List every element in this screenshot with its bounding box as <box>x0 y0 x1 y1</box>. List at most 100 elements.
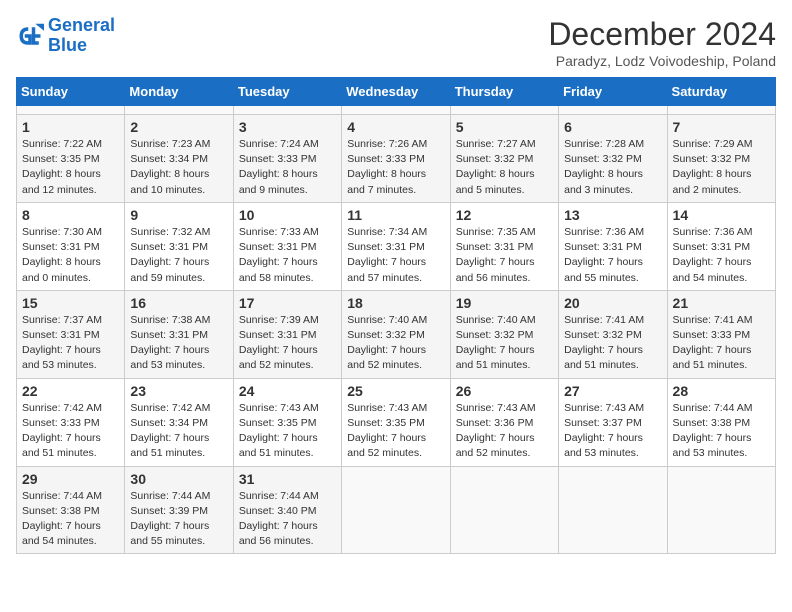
day-number: 10 <box>239 207 336 223</box>
calendar-cell <box>667 106 775 115</box>
calendar-cell: 15 Sunrise: 7:37 AM Sunset: 3:31 PM Dayli… <box>17 290 125 378</box>
calendar-cell <box>125 106 233 115</box>
day-info: Sunrise: 7:44 AM Sunset: 3:40 PM Dayligh… <box>239 489 336 550</box>
week-row-1 <box>17 106 776 115</box>
day-info: Sunrise: 7:34 AM Sunset: 3:31 PM Dayligh… <box>347 225 444 286</box>
day-number: 18 <box>347 295 444 311</box>
calendar-cell <box>342 466 450 554</box>
day-number: 14 <box>673 207 770 223</box>
logo-icon <box>16 22 44 50</box>
weekday-header-sunday: Sunday <box>17 78 125 106</box>
calendar-cell: 7Sunrise: 7:29 AM Sunset: 3:32 PM Daylig… <box>667 115 775 203</box>
logo-line1: General <box>48 15 115 35</box>
day-number: 5 <box>456 119 553 135</box>
day-number: 4 <box>347 119 444 135</box>
title-area: December 2024 Paradyz, Lodz Voivodeship,… <box>548 16 776 69</box>
weekday-header-saturday: Saturday <box>667 78 775 106</box>
calendar-cell: 21 Sunrise: 7:41 AM Sunset: 3:33 PM Dayli… <box>667 290 775 378</box>
day-number: 27 <box>564 383 661 399</box>
calendar-cell: 24 Sunrise: 7:43 AM Sunset: 3:35 PM Dayli… <box>233 378 341 466</box>
day-number: 6 <box>564 119 661 135</box>
calendar-cell: 16 Sunrise: 7:38 AM Sunset: 3:31 PM Dayli… <box>125 290 233 378</box>
calendar-cell <box>342 106 450 115</box>
weekday-header-row: SundayMondayTuesdayWednesdayThursdayFrid… <box>17 78 776 106</box>
location-subtitle: Paradyz, Lodz Voivodeship, Poland <box>548 53 776 69</box>
day-number: 23 <box>130 383 227 399</box>
calendar-cell: 13 Sunrise: 7:36 AM Sunset: 3:31 PM Dayli… <box>559 202 667 290</box>
day-info: Sunrise: 7:43 AM Sunset: 3:35 PM Dayligh… <box>239 401 336 462</box>
day-info: Sunrise: 7:37 AM Sunset: 3:31 PM Dayligh… <box>22 313 119 374</box>
day-info: Sunrise: 7:42 AM Sunset: 3:33 PM Dayligh… <box>22 401 119 462</box>
day-info: Sunrise: 7:36 AM Sunset: 3:31 PM Dayligh… <box>673 225 770 286</box>
day-number: 13 <box>564 207 661 223</box>
logo-line2: Blue <box>48 35 87 55</box>
day-number: 29 <box>22 471 119 487</box>
day-number: 24 <box>239 383 336 399</box>
day-info: Sunrise: 7:43 AM Sunset: 3:36 PM Dayligh… <box>456 401 553 462</box>
day-number: 11 <box>347 207 444 223</box>
calendar-cell: 10Sunrise: 7:33 AM Sunset: 3:31 PM Dayli… <box>233 202 341 290</box>
calendar-cell: 22 Sunrise: 7:42 AM Sunset: 3:33 PM Dayli… <box>17 378 125 466</box>
weekday-header-friday: Friday <box>559 78 667 106</box>
calendar-cell: 25 Sunrise: 7:43 AM Sunset: 3:35 PM Dayli… <box>342 378 450 466</box>
calendar-table: SundayMondayTuesdayWednesdayThursdayFrid… <box>16 77 776 554</box>
day-info: Sunrise: 7:41 AM Sunset: 3:33 PM Dayligh… <box>673 313 770 374</box>
day-number: 19 <box>456 295 553 311</box>
day-number: 25 <box>347 383 444 399</box>
day-number: 22 <box>22 383 119 399</box>
day-info: Sunrise: 7:44 AM Sunset: 3:39 PM Dayligh… <box>130 489 227 550</box>
day-number: 26 <box>456 383 553 399</box>
week-row-3: 8 Sunrise: 7:30 AM Sunset: 3:31 PM Daylig… <box>17 202 776 290</box>
weekday-header-thursday: Thursday <box>450 78 558 106</box>
day-info: Sunrise: 7:40 AM Sunset: 3:32 PM Dayligh… <box>347 313 444 374</box>
calendar-cell: 18 Sunrise: 7:40 AM Sunset: 3:32 PM Dayli… <box>342 290 450 378</box>
calendar-cell: 29 Sunrise: 7:44 AM Sunset: 3:38 PM Dayli… <box>17 466 125 554</box>
day-info: Sunrise: 7:23 AM Sunset: 3:34 PM Dayligh… <box>130 137 227 198</box>
weekday-header-tuesday: Tuesday <box>233 78 341 106</box>
day-info: Sunrise: 7:43 AM Sunset: 3:37 PM Dayligh… <box>564 401 661 462</box>
day-number: 1 <box>22 119 119 135</box>
calendar-cell: 14 Sunrise: 7:36 AM Sunset: 3:31 PM Dayli… <box>667 202 775 290</box>
calendar-cell: 1Sunrise: 7:22 AM Sunset: 3:35 PM Daylig… <box>17 115 125 203</box>
calendar-cell: 8 Sunrise: 7:30 AM Sunset: 3:31 PM Daylig… <box>17 202 125 290</box>
calendar-cell: 27 Sunrise: 7:43 AM Sunset: 3:37 PM Dayli… <box>559 378 667 466</box>
logo-text: General Blue <box>48 16 115 56</box>
day-number: 8 <box>22 207 119 223</box>
day-number: 2 <box>130 119 227 135</box>
day-info: Sunrise: 7:43 AM Sunset: 3:35 PM Dayligh… <box>347 401 444 462</box>
day-number: 9 <box>130 207 227 223</box>
day-info: Sunrise: 7:36 AM Sunset: 3:31 PM Dayligh… <box>564 225 661 286</box>
weekday-header-monday: Monday <box>125 78 233 106</box>
day-info: Sunrise: 7:41 AM Sunset: 3:32 PM Dayligh… <box>564 313 661 374</box>
day-number: 3 <box>239 119 336 135</box>
day-number: 20 <box>564 295 661 311</box>
calendar-cell <box>233 106 341 115</box>
calendar-cell <box>559 106 667 115</box>
day-info: Sunrise: 7:28 AM Sunset: 3:32 PM Dayligh… <box>564 137 661 198</box>
calendar-cell <box>667 466 775 554</box>
day-number: 21 <box>673 295 770 311</box>
calendar-cell: 20 Sunrise: 7:41 AM Sunset: 3:32 PM Dayli… <box>559 290 667 378</box>
day-info: Sunrise: 7:32 AM Sunset: 3:31 PM Dayligh… <box>130 225 227 286</box>
day-number: 28 <box>673 383 770 399</box>
header: General Blue December 2024 Paradyz, Lodz… <box>16 16 776 69</box>
day-number: 7 <box>673 119 770 135</box>
day-number: 16 <box>130 295 227 311</box>
calendar-cell <box>450 466 558 554</box>
calendar-cell: 26 Sunrise: 7:43 AM Sunset: 3:36 PM Dayli… <box>450 378 558 466</box>
calendar-cell <box>17 106 125 115</box>
calendar-cell <box>450 106 558 115</box>
calendar-cell <box>559 466 667 554</box>
logo: General Blue <box>16 16 115 56</box>
calendar-cell: 9 Sunrise: 7:32 AM Sunset: 3:31 PM Daylig… <box>125 202 233 290</box>
day-info: Sunrise: 7:30 AM Sunset: 3:31 PM Dayligh… <box>22 225 119 286</box>
day-number: 30 <box>130 471 227 487</box>
week-row-2: 1Sunrise: 7:22 AM Sunset: 3:35 PM Daylig… <box>17 115 776 203</box>
day-info: Sunrise: 7:38 AM Sunset: 3:31 PM Dayligh… <box>130 313 227 374</box>
calendar-cell: 31Sunrise: 7:44 AM Sunset: 3:40 PM Dayli… <box>233 466 341 554</box>
day-number: 15 <box>22 295 119 311</box>
calendar-cell: 4Sunrise: 7:26 AM Sunset: 3:33 PM Daylig… <box>342 115 450 203</box>
day-info: Sunrise: 7:39 AM Sunset: 3:31 PM Dayligh… <box>239 313 336 374</box>
day-info: Sunrise: 7:44 AM Sunset: 3:38 PM Dayligh… <box>22 489 119 550</box>
week-row-5: 22 Sunrise: 7:42 AM Sunset: 3:33 PM Dayli… <box>17 378 776 466</box>
